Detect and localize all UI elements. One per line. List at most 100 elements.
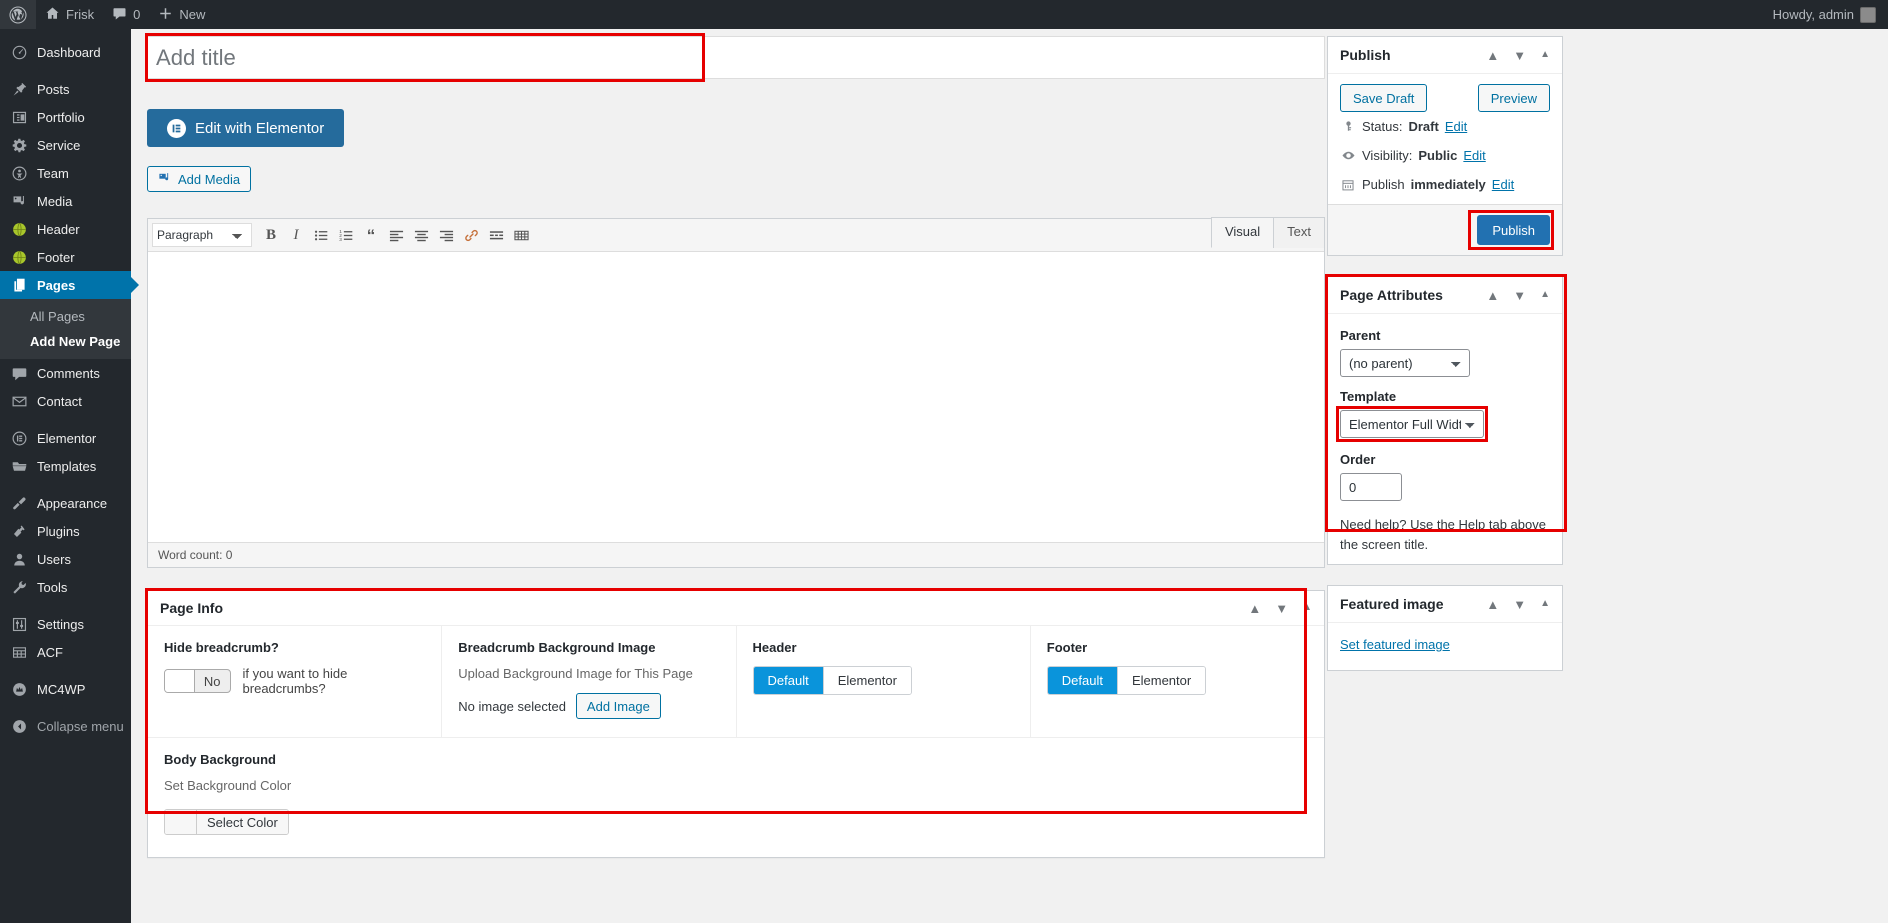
move-down-icon[interactable]: ▼ (1513, 598, 1526, 611)
add-media-button[interactable]: Add Media (147, 166, 252, 192)
comments-bubble[interactable]: 0 (103, 0, 149, 29)
order-label: Order (1340, 452, 1376, 467)
sidebar-item-acf[interactable]: ACF (0, 638, 131, 666)
tab-text[interactable]: Text (1273, 217, 1325, 249)
sidebar-item-tools[interactable]: Tools (0, 573, 131, 601)
footer-option-elementor[interactable]: Elementor (1117, 667, 1206, 694)
tab-visual[interactable]: Visual (1210, 217, 1275, 249)
featured-image-body: Set featured image (1328, 623, 1562, 670)
title-area (145, 33, 1325, 82)
sidebar-item-dashboard[interactable]: Dashboard (0, 38, 131, 66)
header-option-default[interactable]: Default (753, 667, 824, 694)
sidebar-item-contact[interactable]: Contact (0, 387, 131, 415)
new-content-menu[interactable]: New (149, 0, 214, 29)
blockquote-icon[interactable]: “ (359, 223, 383, 247)
publish-button[interactable]: Publish (1477, 215, 1550, 245)
add-image-button[interactable]: Add Image (575, 693, 661, 719)
select-color-button[interactable]: Select Color (164, 809, 289, 835)
editor-content-area[interactable] (148, 252, 1324, 542)
sidebar-item-users[interactable]: Users (0, 545, 131, 573)
save-draft-label: Save Draft (1353, 90, 1415, 106)
move-down-icon[interactable]: ▼ (1275, 602, 1288, 615)
plus-icon (158, 6, 173, 24)
insert-link-icon[interactable] (459, 223, 483, 247)
word-count-label: Word count: 0 (158, 548, 233, 562)
sidebar-item-templates[interactable]: Templates (0, 452, 131, 480)
schedule-label: Publish (1362, 177, 1405, 192)
save-draft-button[interactable]: Save Draft (1340, 84, 1428, 112)
sidebar-item-settings[interactable]: Settings (0, 610, 131, 638)
featured-image-title: Featured image (1340, 596, 1444, 612)
align-left-icon[interactable] (384, 223, 408, 247)
featured-image-metabox: Featured image ▲ ▼ ▲ Set featured image (1327, 585, 1563, 671)
sidebar-item-header[interactable]: Header (0, 215, 131, 243)
move-up-icon[interactable]: ▲ (1486, 598, 1499, 611)
move-up-icon[interactable]: ▲ (1248, 602, 1261, 615)
schedule-edit-link[interactable]: Edit (1492, 177, 1514, 192)
main-content: Edit with Elementor Add Media Visual Tex… (131, 29, 1888, 923)
visibility-edit-link[interactable]: Edit (1463, 148, 1485, 163)
sidebar-item-plugins[interactable]: Plugins (0, 517, 131, 545)
bulleted-list-icon[interactable] (309, 223, 333, 247)
svg-text:3: 3 (339, 237, 342, 242)
numbered-list-icon[interactable]: 123 (334, 223, 358, 247)
move-down-icon[interactable]: ▼ (1513, 49, 1526, 62)
paragraph-format-select[interactable]: Paragraph (152, 223, 252, 247)
toggle-panel-icon[interactable]: ▲ (1540, 290, 1550, 300)
template-select[interactable]: Elementor Full Width (1340, 410, 1484, 438)
toolbar-toggle-icon[interactable] (509, 223, 533, 247)
page-attributes-metabox: Page Attributes ▲ ▼ ▲ Parent (no parent)… (1325, 274, 1567, 565)
account-menu[interactable]: Howdy, admin (1764, 0, 1888, 29)
preview-button[interactable]: Preview (1477, 84, 1550, 112)
toggle-value: No (203, 673, 221, 689)
page-info-header: Page Info ▲ ▼ ▲ (148, 591, 1324, 626)
set-featured-image-link[interactable]: Set featured image (1340, 637, 1450, 652)
toggle-panel-icon[interactable]: ▲ (1540, 50, 1550, 60)
move-up-icon[interactable]: ▲ (1486, 289, 1499, 302)
sidebar-item-portfolio[interactable]: Portfolio (0, 103, 131, 131)
sidebar-item-team[interactable]: Team (0, 159, 131, 187)
sidebar-item-footer[interactable]: Footer (0, 243, 131, 271)
status-value: Draft (1408, 119, 1439, 134)
color-swatch (165, 810, 197, 834)
elementor-icon (9, 428, 29, 448)
portfolio-icon (9, 107, 29, 127)
align-center-icon[interactable] (409, 223, 433, 247)
folder-icon (9, 456, 29, 476)
sidebar-item-media[interactable]: Media (0, 187, 131, 215)
submenu-item-label: Add New Page (30, 334, 121, 349)
align-right-icon[interactable] (434, 223, 458, 247)
collapse-menu-button[interactable]: Collapse menu (0, 712, 131, 740)
sidebar-item-appearance[interactable]: Appearance (0, 489, 131, 517)
wordpress-logo-icon[interactable] (0, 0, 36, 29)
sidebar-item-mc4wp[interactable]: MC4WP (0, 675, 131, 703)
sidebar-item-posts[interactable]: Posts (0, 75, 131, 103)
breadcrumb-bg-label: Breadcrumb Background Image (458, 640, 656, 655)
submenu-item-all-pages[interactable]: All Pages (0, 304, 131, 329)
page-title-input[interactable] (147, 36, 1325, 79)
move-up-icon[interactable]: ▲ (1486, 49, 1499, 62)
sidebar-item-pages[interactable]: Pages (0, 271, 139, 299)
site-name-menu[interactable]: Frisk (36, 0, 103, 29)
parent-select[interactable]: (no parent) (1340, 349, 1470, 377)
edit-with-elementor-button[interactable]: Edit with Elementor (147, 109, 345, 147)
hide-breadcrumb-toggle[interactable]: No (164, 669, 231, 693)
toggle-panel-icon[interactable]: ▲ (1540, 599, 1550, 609)
sidebar-item-service[interactable]: Service (0, 131, 131, 159)
submenu-item-add-new-page[interactable]: Add New Page (0, 329, 131, 354)
order-input[interactable] (1340, 473, 1402, 501)
italic-icon[interactable]: I (284, 223, 308, 247)
settings-icon (9, 614, 29, 634)
sidebar-item-comments[interactable]: Comments (0, 359, 131, 387)
toggle-panel-icon[interactable]: ▲ (1302, 603, 1312, 613)
status-edit-link[interactable]: Edit (1445, 119, 1467, 134)
menu-separator (0, 703, 131, 712)
read-more-icon[interactable] (484, 223, 508, 247)
sidebar-item-label: Plugins (37, 523, 80, 539)
sidebar-item-label: Elementor (37, 430, 97, 446)
sidebar-item-elementor[interactable]: Elementor (0, 424, 131, 452)
footer-option-default[interactable]: Default (1047, 667, 1118, 694)
header-option-elementor[interactable]: Elementor (823, 667, 911, 694)
bold-icon[interactable]: B (259, 223, 283, 247)
move-down-icon[interactable]: ▼ (1513, 289, 1526, 302)
